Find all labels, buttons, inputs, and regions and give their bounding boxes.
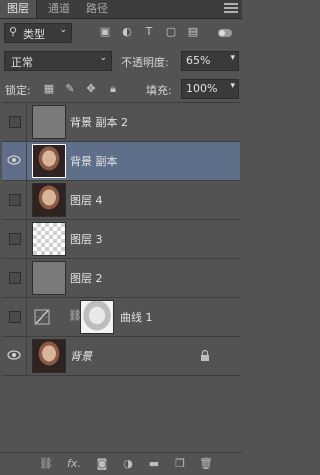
- chevron-down-icon[interactable]: ▾: [230, 81, 235, 91]
- adjustment-layer-icon[interactable]: ◑: [120, 457, 136, 471]
- lock-row: 锁定: ▦ ✎ ✥ 🔒︎ 填充: 100% ▾: [0, 78, 242, 100]
- blend-mode-select[interactable]: 正常 ⌄: [4, 51, 112, 71]
- chevron-updown-icon: ⌄: [99, 53, 107, 63]
- lock-image-pixels-icon[interactable]: ✎: [63, 82, 77, 96]
- eye-icon[interactable]: [7, 350, 21, 360]
- curves-adjustment-icon: [34, 309, 50, 325]
- lock-all-icon[interactable]: 🔒︎: [106, 82, 120, 96]
- eye-icon[interactable]: [7, 155, 21, 165]
- panel-tab-bar: 图层 通道 路径: [0, 0, 242, 19]
- layer-row[interactable]: 图层 3: [2, 220, 240, 259]
- layer-row[interactable]: 背景 副本 2: [2, 103, 240, 142]
- visibility-toggle[interactable]: [2, 181, 27, 219]
- layer-row[interactable]: 背景: [2, 337, 240, 376]
- panel-footer: ⛓ fx. ◙ ◑ ▬ ❐ 🗑︎: [0, 452, 242, 475]
- opacity-label: 不透明度:: [121, 56, 169, 69]
- filter-kind-label: 类型: [23, 28, 45, 41]
- visibility-toggle[interactable]: [2, 259, 27, 297]
- visibility-off-box[interactable]: [9, 116, 21, 128]
- layer-name[interactable]: 背景 副本 2: [70, 114, 128, 130]
- tab-layers[interactable]: 图层: [0, 0, 37, 18]
- opacity-input[interactable]: 65% ▾: [181, 51, 239, 71]
- visibility-off-box[interactable]: [9, 194, 21, 206]
- type-filter-icon[interactable]: T: [142, 25, 156, 39]
- chevron-updown-icon: ⌄: [59, 25, 67, 35]
- layers-list: 背景 副本 2 背景 副本 图层 4 图层 3 图层 2 ⛓ 曲线 1 背景: [2, 102, 240, 445]
- visibility-off-box[interactable]: [9, 233, 21, 245]
- fill-label: 填充:: [146, 84, 172, 97]
- layer-row[interactable]: ⛓ 曲线 1: [2, 298, 240, 337]
- layer-name[interactable]: 曲线 1: [120, 309, 153, 325]
- filter-kind-select[interactable]: ⚲ 类型 ⌄: [4, 23, 72, 43]
- visibility-toggle[interactable]: [2, 103, 27, 141]
- chevron-down-icon[interactable]: ▾: [230, 53, 235, 63]
- visibility-off-box[interactable]: [9, 311, 21, 323]
- layer-name[interactable]: 背景 副本: [70, 153, 118, 169]
- fill-value: 100%: [186, 82, 218, 95]
- layer-name[interactable]: 背景: [70, 348, 92, 364]
- layer-row[interactable]: 图层 4: [2, 181, 240, 220]
- layer-name[interactable]: 图层 2: [70, 270, 103, 286]
- visibility-off-box[interactable]: [9, 272, 21, 284]
- add-mask-icon[interactable]: ◙: [94, 457, 110, 471]
- tab-channels[interactable]: 通道: [42, 0, 76, 18]
- blend-mode-value: 正常: [11, 56, 33, 69]
- smart-object-filter-icon[interactable]: ▤: [186, 25, 200, 39]
- layer-thumbnail: [32, 183, 66, 217]
- visibility-toggle[interactable]: [2, 298, 27, 336]
- adjustment-filter-icon[interactable]: ◐: [120, 25, 134, 39]
- visibility-toggle[interactable]: [2, 337, 27, 375]
- fill-input[interactable]: 100% ▾: [181, 79, 239, 99]
- layer-name[interactable]: 图层 3: [70, 231, 103, 247]
- layer-thumbnail: [32, 105, 66, 139]
- layer-name[interactable]: 图层 4: [70, 192, 103, 208]
- new-layer-icon[interactable]: ❐: [172, 457, 188, 471]
- link-layers-icon[interactable]: ⛓: [38, 457, 54, 471]
- lock-transparent-pixels-icon[interactable]: ▦: [42, 82, 56, 96]
- lock-position-icon[interactable]: ✥: [84, 82, 98, 96]
- layer-row[interactable]: 图层 2: [2, 259, 240, 298]
- opacity-value: 65%: [186, 54, 211, 67]
- tab-paths[interactable]: 路径: [80, 0, 114, 18]
- layer-row[interactable]: 背景 副本: [2, 142, 240, 181]
- filter-row: ⚲ 类型 ⌄ ▣ ◐ T ▢ ▤: [0, 22, 242, 44]
- layer-thumbnail: [32, 144, 66, 178]
- blend-row: 正常 ⌄ 不透明度: 65% ▾: [0, 50, 242, 72]
- layer-thumbnail: [32, 339, 66, 373]
- layer-style-button[interactable]: fx.: [64, 457, 84, 471]
- layer-thumbnail: [32, 222, 66, 256]
- trash-icon[interactable]: 🗑︎: [198, 457, 214, 471]
- lock-icon: [201, 350, 209, 361]
- group-folder-icon[interactable]: ▬: [146, 457, 162, 471]
- toggle-filter-icon[interactable]: [216, 25, 234, 39]
- panel-menu-icon[interactable]: [224, 3, 238, 15]
- layer-thumbnail: [32, 261, 66, 295]
- search-icon: ⚲: [9, 25, 18, 38]
- lock-label: 锁定:: [5, 84, 31, 97]
- layer-mask-thumbnail[interactable]: [80, 300, 114, 334]
- shape-filter-icon[interactable]: ▢: [164, 25, 178, 39]
- visibility-toggle[interactable]: [2, 142, 27, 180]
- image-filter-icon[interactable]: ▣: [98, 25, 112, 39]
- visibility-toggle[interactable]: [2, 220, 27, 258]
